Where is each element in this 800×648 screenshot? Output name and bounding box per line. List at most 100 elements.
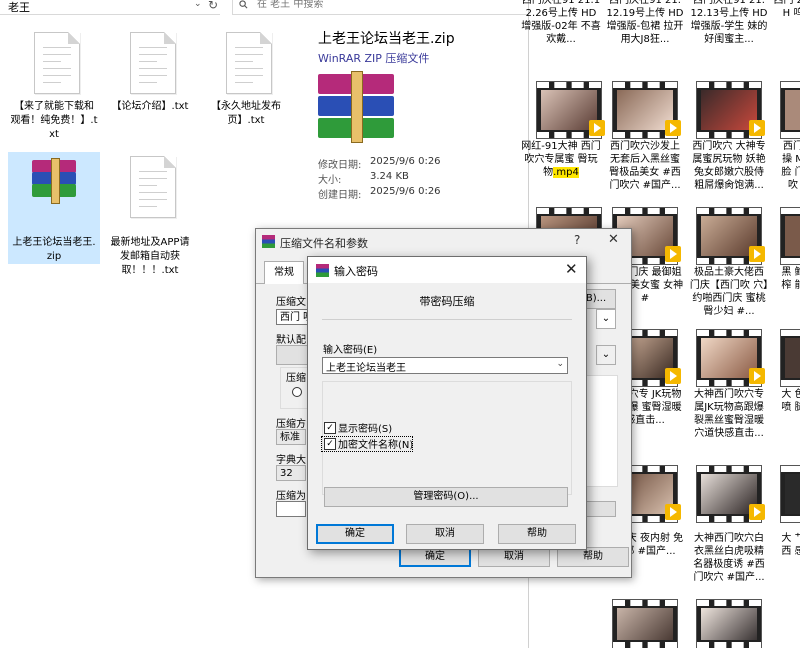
options-group [586, 375, 618, 487]
close-icon[interactable]: ✕ [608, 232, 619, 247]
document-line [43, 75, 71, 76]
player-icon [749, 246, 765, 262]
document-line [139, 199, 167, 200]
archive-format-label: 压缩 [286, 373, 306, 384]
archive-name-dropdown[interactable]: ⌄ [596, 309, 616, 329]
player-icon [665, 246, 681, 262]
password-value: 上老王论坛当老王 [326, 363, 406, 374]
set-password-button[interactable] [586, 501, 616, 517]
password-input[interactable]: 上老王论坛当老王 ⌄ [322, 357, 568, 374]
enter-password-dialog: 输入密码 ✕ 带密码压缩 输入密码(E) 上老王论坛当老王 ⌄ ✓ 显示密码(S… [307, 256, 587, 550]
video-thumbnail[interactable] [696, 465, 765, 523]
video-thumbnail[interactable] [780, 465, 800, 523]
document-line [139, 178, 167, 179]
format-radio[interactable] [292, 387, 302, 397]
video-thumbnail[interactable] [696, 207, 765, 265]
video-caption: 网红-91大神 西门吹穴专属蜜 臀玩物.mp4 [521, 140, 601, 179]
file-name: 【论坛介绍】.txt [111, 101, 189, 112]
modified-date-value: 2025/9/6 0:26 [370, 156, 441, 167]
video-thumbnail[interactable] [780, 329, 800, 387]
dialog-title: 压缩文件名和参数 [280, 237, 368, 250]
document-line [139, 185, 157, 186]
chevron-down-icon[interactable]: ⌄ [194, 0, 202, 9]
video-caption: 西门庆在91 21.12.26号上传 HD增强版-02年 不喜欢戴... [521, 0, 601, 45]
video-thumbnail[interactable] [696, 81, 765, 139]
file-item[interactable]: 【来了就能下载和观看！纯免费！】.txt [8, 28, 100, 140]
refresh-icon[interactable]: ↻ [208, 0, 218, 12]
preview-file-type: WinRAR ZIP 压缩文件 [318, 52, 430, 65]
created-date-value: 2025/9/6 0:26 [370, 186, 441, 197]
video-thumbnail[interactable] [536, 81, 605, 139]
tab-general[interactable]: 常规 [264, 261, 304, 284]
help-button[interactable]: 帮助 [498, 524, 576, 544]
address-bar[interactable]: 老王 ⌄ ↻ [0, 0, 220, 15]
password-label: 输入密码(E) [323, 345, 378, 356]
compression-method-select[interactable]: 标准 [276, 429, 306, 445]
cancel-button[interactable]: 取消 [406, 524, 484, 544]
video-thumbnail[interactable] [612, 599, 678, 648]
file-item[interactable]: 【永久地址发布页】.txt [200, 28, 292, 140]
video-caption-text: 网红-91大神 西门吹穴专属蜜 臀玩物.mp4 [521, 141, 601, 178]
player-icon [665, 368, 681, 384]
video-thumbnail[interactable] [612, 81, 681, 139]
video-caption: 西门 21. H 呜 [773, 0, 800, 19]
file-item[interactable]: 最新地址及APP请发邮箱自动获取！！！.txt [104, 152, 196, 276]
file-item-selected[interactable]: 上老王论坛当老王.zip [8, 152, 100, 264]
encrypt-file-names-label: 加密文件名称(N) [338, 440, 414, 451]
help-icon[interactable]: ? [574, 233, 580, 247]
dialog-title: 输入密码 [334, 265, 378, 278]
help-button[interactable]: 帮助 [557, 547, 629, 567]
search-box[interactable] [232, 0, 530, 15]
winrar-archive-icon [318, 71, 394, 143]
video-thumbnail[interactable] [780, 207, 800, 265]
manage-passwords-button[interactable]: 管理密码(O)... [324, 487, 568, 507]
video-thumbnail[interactable] [696, 329, 765, 387]
document-line [43, 61, 61, 62]
dialog-titlebar[interactable]: 输入密码 ✕ [308, 257, 586, 283]
search-highlight: .mp4 [553, 167, 579, 178]
search-icon [239, 0, 248, 9]
address-text: 老王 [8, 1, 30, 14]
update-mode-dropdown[interactable]: ⌄ [596, 345, 616, 365]
chevron-down-icon[interactable]: ⌄ [556, 359, 564, 369]
document-line [139, 47, 167, 48]
document-line [235, 54, 263, 55]
video-caption: 黑 鲍 榨 能 [781, 267, 800, 291]
document-line [235, 82, 253, 83]
winrar-app-icon [262, 235, 275, 248]
encrypt-file-names-checkbox[interactable]: ✓ [324, 438, 336, 450]
split-volumes-input[interactable] [276, 501, 306, 517]
video-caption: 大神西门吹穴专 属JK玩物高跟爆 裂黑丝蜜臀湿暖 穴道快感直击... [694, 389, 764, 439]
ok-button[interactable]: 确定 [316, 524, 394, 544]
video-caption: 极品土豪大佬西 门庆【西门吹 穴】约啪西门庆 蜜桃臀少妇 #... [689, 267, 769, 317]
ok-button[interactable]: 确定 [399, 547, 471, 567]
document-line [139, 192, 167, 193]
video-caption: 西门吹穴沙发上 无套后入黑丝蜜 臀极品美女 #西 门吹穴 #国产... [609, 141, 681, 191]
close-icon[interactable]: ✕ [565, 260, 578, 278]
document-line [139, 68, 167, 69]
file-item[interactable]: 【论坛介绍】.txt [104, 28, 196, 140]
video-caption: 大神西门吹穴白 衣黑丝白虎吸精 名器极度诱 #西 门吹穴 #国产... [693, 533, 765, 583]
video-thumbnail[interactable] [780, 81, 800, 139]
search-input[interactable] [255, 0, 519, 11]
dictionary-size-select[interactable]: 32 [276, 465, 306, 481]
text-file-icon [226, 32, 272, 94]
player-icon [665, 504, 681, 520]
document-line [139, 206, 157, 207]
document-line [139, 82, 157, 83]
player-icon [749, 120, 765, 136]
file-name: 最新地址及APP请发邮箱自动获取！！！.txt [110, 237, 190, 276]
document-line [43, 47, 71, 48]
document-line [43, 68, 71, 69]
show-password-checkbox[interactable]: ✓ [324, 422, 336, 434]
document-line [235, 47, 263, 48]
video-caption: 西门庆在91 21. 12.13号上传 HD增强版-学生 妹的好闺蜜主... [690, 0, 768, 45]
size-value: 3.24 KB [370, 171, 409, 182]
text-file-icon [130, 32, 176, 94]
show-password-label: 显示密码(S) [338, 424, 393, 435]
size-label: 大小: [318, 175, 342, 186]
video-thumbnail[interactable] [696, 599, 762, 648]
file-name: 【来了就能下载和观看！纯免费！】.txt [10, 101, 98, 140]
video-caption: 大 色 喷 腿 [781, 389, 800, 413]
cancel-button[interactable]: 取消 [478, 547, 550, 567]
